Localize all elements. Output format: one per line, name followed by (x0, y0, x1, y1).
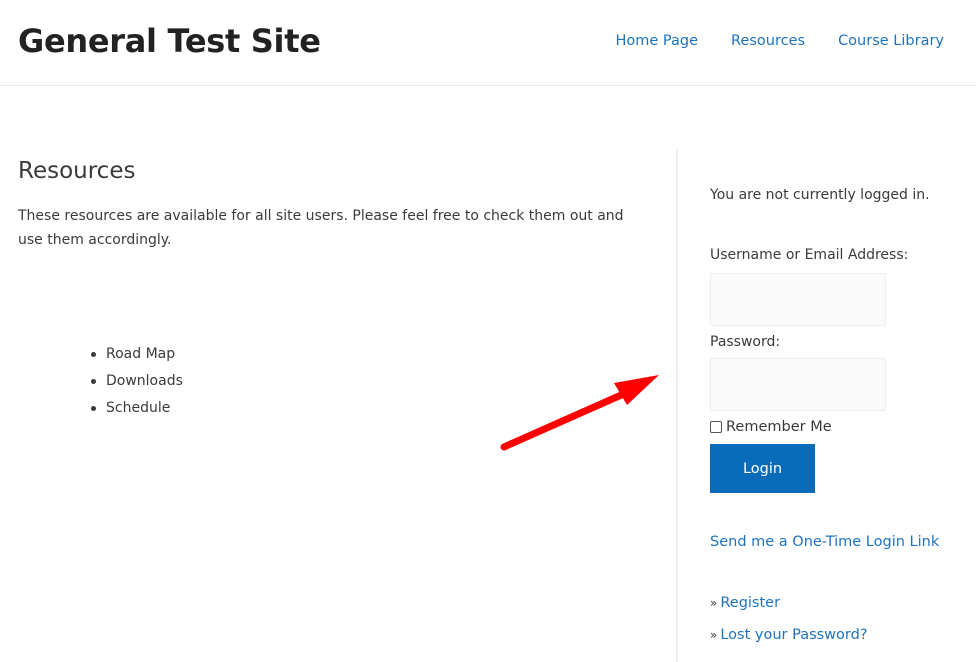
list-item: Downloads (91, 368, 183, 395)
lost-password-link[interactable]: » Lost your Password? (710, 627, 868, 643)
page-title: Resources (18, 158, 136, 184)
site-title[interactable]: General Test Site (18, 22, 321, 60)
remember-me[interactable]: Remember Me (710, 419, 832, 435)
one-time-login-link[interactable]: Send me a One-Time Login Link (710, 534, 939, 550)
remember-me-label: Remember Me (726, 419, 832, 435)
nav-item-course-library[interactable]: Course Library (838, 33, 944, 49)
register-label: Register (720, 595, 781, 611)
resource-label: Downloads (106, 373, 183, 389)
bullet-icon (91, 406, 96, 411)
login-button[interactable]: Login (710, 444, 815, 493)
login-status: You are not currently logged in. (710, 187, 930, 203)
lost-password-label: Lost your Password? (720, 627, 868, 643)
main-content: Resources These resources are available … (18, 150, 658, 416)
bullet-icon (91, 379, 96, 384)
resource-list: Road Map Downloads Schedule (91, 341, 183, 422)
username-input[interactable] (710, 273, 886, 326)
sidebar-divider (676, 150, 678, 662)
bullet-icon (91, 352, 96, 357)
list-item: Schedule (91, 395, 183, 422)
register-link[interactable]: » Register (710, 595, 780, 611)
intro-text: These resources are available for all si… (18, 208, 624, 248)
raquo-icon: » (710, 628, 718, 642)
site-header: General Test Site Home Page Resources Co… (0, 0, 976, 86)
main-nav: Home Page Resources Course Library (615, 33, 944, 49)
list-item: Road Map (91, 341, 183, 368)
nav-item-resources[interactable]: Resources (731, 33, 805, 49)
resource-label: Schedule (106, 400, 171, 416)
red-arrow-annotation-icon (500, 375, 659, 451)
remember-me-checkbox[interactable] (710, 421, 722, 433)
raquo-icon: » (710, 596, 718, 610)
password-label: Password: (710, 334, 781, 350)
resource-label: Road Map (106, 346, 176, 362)
nav-item-home-page[interactable]: Home Page (615, 33, 698, 49)
arrow-head (614, 375, 659, 405)
username-label: Username or Email Address: (710, 247, 909, 263)
password-input[interactable] (710, 358, 886, 411)
arrow-shaft (500, 388, 632, 451)
